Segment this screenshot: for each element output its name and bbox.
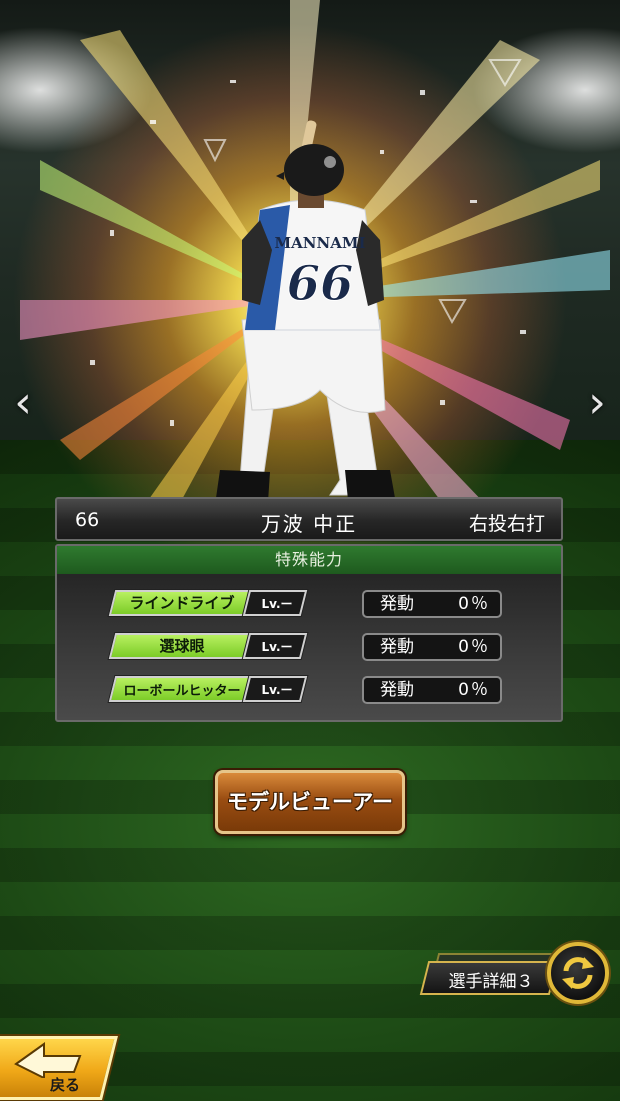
back-arrow-icon [14, 1042, 82, 1078]
prev-player-chevron-left-icon[interactable]: ‹ [8, 378, 38, 428]
ability-name: ラインドライブ [129, 594, 235, 612]
jersey-number: 66 [287, 256, 354, 312]
throw-bat-hand: 右投右打 [468, 513, 545, 535]
player-detail-button[interactable]: 選手詳細３ [419, 953, 569, 997]
swap-page-button[interactable] [547, 942, 609, 1004]
activation-value: 0％ [458, 637, 490, 657]
ability-level: Lv.ー [261, 683, 293, 697]
special-abilities-panel: 特殊能力 ラインドライブ Lv.ー 発動 0％ 選球眼 Lv.ー 発動 0％ ロ… [55, 544, 563, 722]
next-player-chevron-right-icon[interactable]: › [582, 378, 612, 428]
model-viewer-button[interactable]: モデルビューアー [215, 770, 405, 834]
activation-value: 0％ [458, 594, 490, 614]
player-figure: MANNAMI 66 [216, 120, 395, 502]
activation-value: 0％ [458, 680, 490, 700]
ability-name: 選球眼 [159, 637, 205, 655]
activation-label: 発動 [380, 680, 414, 700]
player-name-bar: 66 万波 中正 右投右打 [55, 497, 563, 541]
jersey-name: MANNAMI [275, 234, 366, 252]
activation-rate-box: 発動 0％ [362, 590, 502, 618]
ability-level: Lv.ー [261, 640, 293, 654]
activation-label: 発動 [380, 637, 414, 657]
player-detail-label: 選手詳細３ [448, 972, 534, 992]
ability-name: ローボールヒッター [123, 684, 241, 699]
swap-arrows-icon [562, 957, 594, 989]
activation-rate-box: 発動 0％ [362, 676, 502, 704]
ability-level: Lv.ー [261, 597, 293, 611]
back-label: 戻る [50, 1076, 81, 1094]
panel-title: 特殊能力 [57, 546, 561, 574]
activation-label: 発動 [380, 594, 414, 614]
activation-rate-box: 発動 0％ [362, 633, 502, 661]
